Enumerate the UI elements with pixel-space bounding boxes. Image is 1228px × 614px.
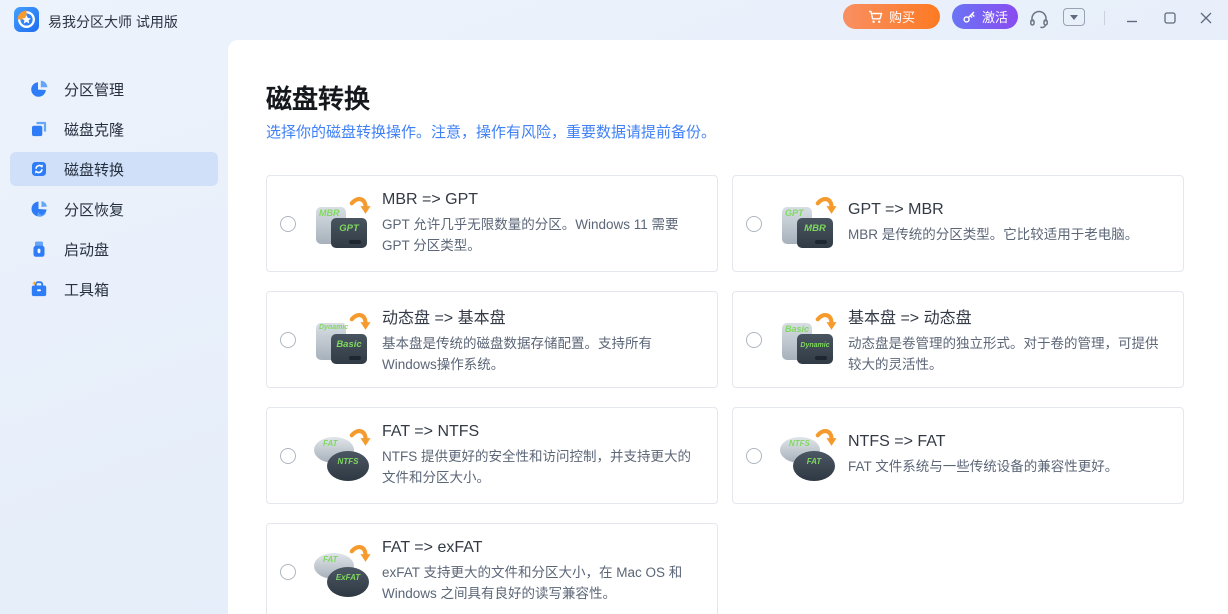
content-panel: 磁盘转换 选择你的磁盘转换操作。注意，操作有风险，重要数据请提前备份。 MBR … bbox=[228, 40, 1228, 614]
partition-recovery-icon bbox=[31, 201, 47, 217]
support-headset-icon[interactable] bbox=[1027, 7, 1051, 36]
sidebar-item-label: 磁盘克隆 bbox=[64, 121, 125, 139]
boot-disk-icon bbox=[33, 241, 45, 257]
disk-convert-icon bbox=[32, 162, 46, 176]
radio-button[interactable] bbox=[280, 447, 296, 464]
activate-button[interactable]: 激活 bbox=[952, 4, 1018, 29]
card-title: NTFS => FAT bbox=[848, 433, 946, 451]
filesystem-conversion-icon: NTFS FAT bbox=[780, 428, 837, 482]
radio-button[interactable] bbox=[280, 563, 296, 580]
card-ntfs-to-fat[interactable]: NTFS FAT NTFS => FAT FAT 文件系统与一些传统设备的兼容性… bbox=[732, 407, 1184, 504]
sidebar-item-toolbox[interactable]: 工具箱 bbox=[10, 272, 218, 306]
sidebar-item-partition-recovery[interactable]: 分区恢复 bbox=[10, 192, 218, 226]
card-dynamic-to-basic[interactable]: Dynamic Basic 动态盘 => 基本盘 基本盘是传统的磁盘数据存储配置… bbox=[266, 291, 718, 388]
sidebar-item-label: 分区管理 bbox=[64, 81, 125, 99]
window-title: 易我分区大师 试用版 bbox=[48, 14, 178, 30]
card-title: FAT => NTFS bbox=[382, 422, 480, 440]
key-icon bbox=[963, 11, 975, 23]
sidebar: 分区管理 磁盘克隆 磁盘转换 分区恢复 启动盘 工具箱 bbox=[0, 40, 228, 614]
card-title: 动态盘 => 基本盘 bbox=[382, 309, 506, 327]
disk-conversion-icon: Dynamic Basic bbox=[314, 312, 371, 366]
arrow-icon bbox=[815, 428, 837, 446]
radio-button[interactable] bbox=[280, 215, 296, 232]
card-description: GPT 允许几乎无限数量的分区。Windows 11 需要 GPT 分区类型。 bbox=[382, 216, 679, 253]
page-title: 磁盘转换 bbox=[266, 84, 371, 114]
radio-button[interactable] bbox=[280, 331, 296, 348]
arrow-icon bbox=[349, 196, 371, 214]
disk-conversion-icon: Basic Dynamic bbox=[780, 312, 837, 366]
conversion-card-grid: MBR GPT MBR => GPT GPT 允许几乎无限数量的分区。Windo… bbox=[266, 175, 1228, 614]
activate-label: 激活 bbox=[981, 10, 1008, 25]
card-title: 基本盘 => 动态盘 bbox=[848, 309, 972, 327]
card-title: FAT => exFAT bbox=[382, 538, 483, 556]
sidebar-item-boot-disk[interactable]: 启动盘 bbox=[10, 232, 218, 266]
arrow-icon bbox=[349, 312, 371, 330]
card-title: GPT => MBR bbox=[848, 201, 944, 219]
sidebar-item-disk-convert[interactable]: 磁盘转换 bbox=[10, 152, 218, 186]
card-description: exFAT 支持更大的文件和分区大小，在 Mac OS 和 Windows 之间… bbox=[382, 564, 683, 601]
chevron-down-icon bbox=[1070, 14, 1078, 20]
pie-chart-icon bbox=[31, 80, 48, 97]
sidebar-item-partition-manage[interactable]: 分区管理 bbox=[10, 72, 218, 106]
card-description: NTFS 提供更好的安全性和访问控制，并支持更大的文件和分区大小。 bbox=[382, 448, 691, 485]
minimize-button[interactable] bbox=[1119, 5, 1145, 31]
close-button[interactable] bbox=[1193, 5, 1219, 31]
disk-conversion-icon: GPT MBR bbox=[780, 196, 837, 250]
sidebar-item-label: 启动盘 bbox=[64, 241, 110, 259]
filesystem-conversion-icon: FAT ExFAT bbox=[314, 544, 371, 598]
card-fat-to-ntfs[interactable]: FAT NTFS FAT => NTFS NTFS 提供更好的安全性和访问控制，… bbox=[266, 407, 718, 504]
card-title: MBR => GPT bbox=[382, 190, 479, 208]
sidebar-item-label: 工具箱 bbox=[64, 281, 110, 299]
radio-button[interactable] bbox=[746, 331, 762, 348]
toolbox-icon bbox=[31, 281, 47, 297]
app-logo-icon bbox=[14, 7, 39, 32]
card-basic-to-dynamic[interactable]: Basic Dynamic 基本盘 => 动态盘 动态盘是卷管理的独立形式。对于… bbox=[732, 291, 1184, 388]
maximize-button[interactable] bbox=[1157, 5, 1183, 31]
buy-label: 购买 bbox=[888, 10, 915, 25]
sidebar-item-label: 分区恢复 bbox=[64, 201, 125, 219]
card-description: 动态盘是卷管理的独立形式。对于卷的管理，可提供较大的灵活性。 bbox=[848, 335, 1159, 372]
disk-conversion-icon: MBR GPT bbox=[314, 196, 371, 250]
radio-button[interactable] bbox=[746, 215, 762, 232]
menu-dropdown-button[interactable] bbox=[1063, 8, 1085, 26]
card-mbr-to-gpt[interactable]: MBR GPT MBR => GPT GPT 允许几乎无限数量的分区。Windo… bbox=[266, 175, 718, 272]
filesystem-conversion-icon: FAT NTFS bbox=[314, 428, 371, 482]
arrow-icon bbox=[815, 312, 837, 330]
arrow-icon bbox=[349, 428, 371, 446]
sidebar-item-label: 磁盘转换 bbox=[64, 161, 125, 179]
radio-button[interactable] bbox=[746, 447, 762, 464]
cart-icon bbox=[868, 10, 883, 23]
titlebar-separator bbox=[1104, 11, 1105, 25]
arrow-icon bbox=[349, 544, 371, 562]
sidebar-item-disk-clone[interactable]: 磁盘克隆 bbox=[10, 112, 218, 146]
card-description: FAT 文件系统与一些传统设备的兼容性更好。 bbox=[848, 459, 1119, 475]
card-description: 基本盘是传统的磁盘数据存储配置。支持所有Windows操作系统。 bbox=[382, 335, 652, 372]
card-description: MBR 是传统的分区类型。它比较适用于老电脑。 bbox=[848, 227, 1139, 243]
arrow-icon bbox=[815, 196, 837, 214]
page-subtitle: 选择你的磁盘转换操作。注意，操作有风险，重要数据请提前备份。 bbox=[266, 124, 717, 141]
card-gpt-to-mbr[interactable]: GPT MBR GPT => MBR MBR 是传统的分区类型。它比较适用于老电… bbox=[732, 175, 1184, 272]
card-fat-to-exfat[interactable]: FAT ExFAT FAT => exFAT exFAT 支持更大的文件和分区大… bbox=[266, 523, 718, 614]
disk-clone-icon bbox=[32, 121, 47, 137]
buy-button[interactable]: 购买 bbox=[843, 4, 940, 29]
titlebar: 易我分区大师 试用版 购买 激活 bbox=[0, 0, 1228, 40]
